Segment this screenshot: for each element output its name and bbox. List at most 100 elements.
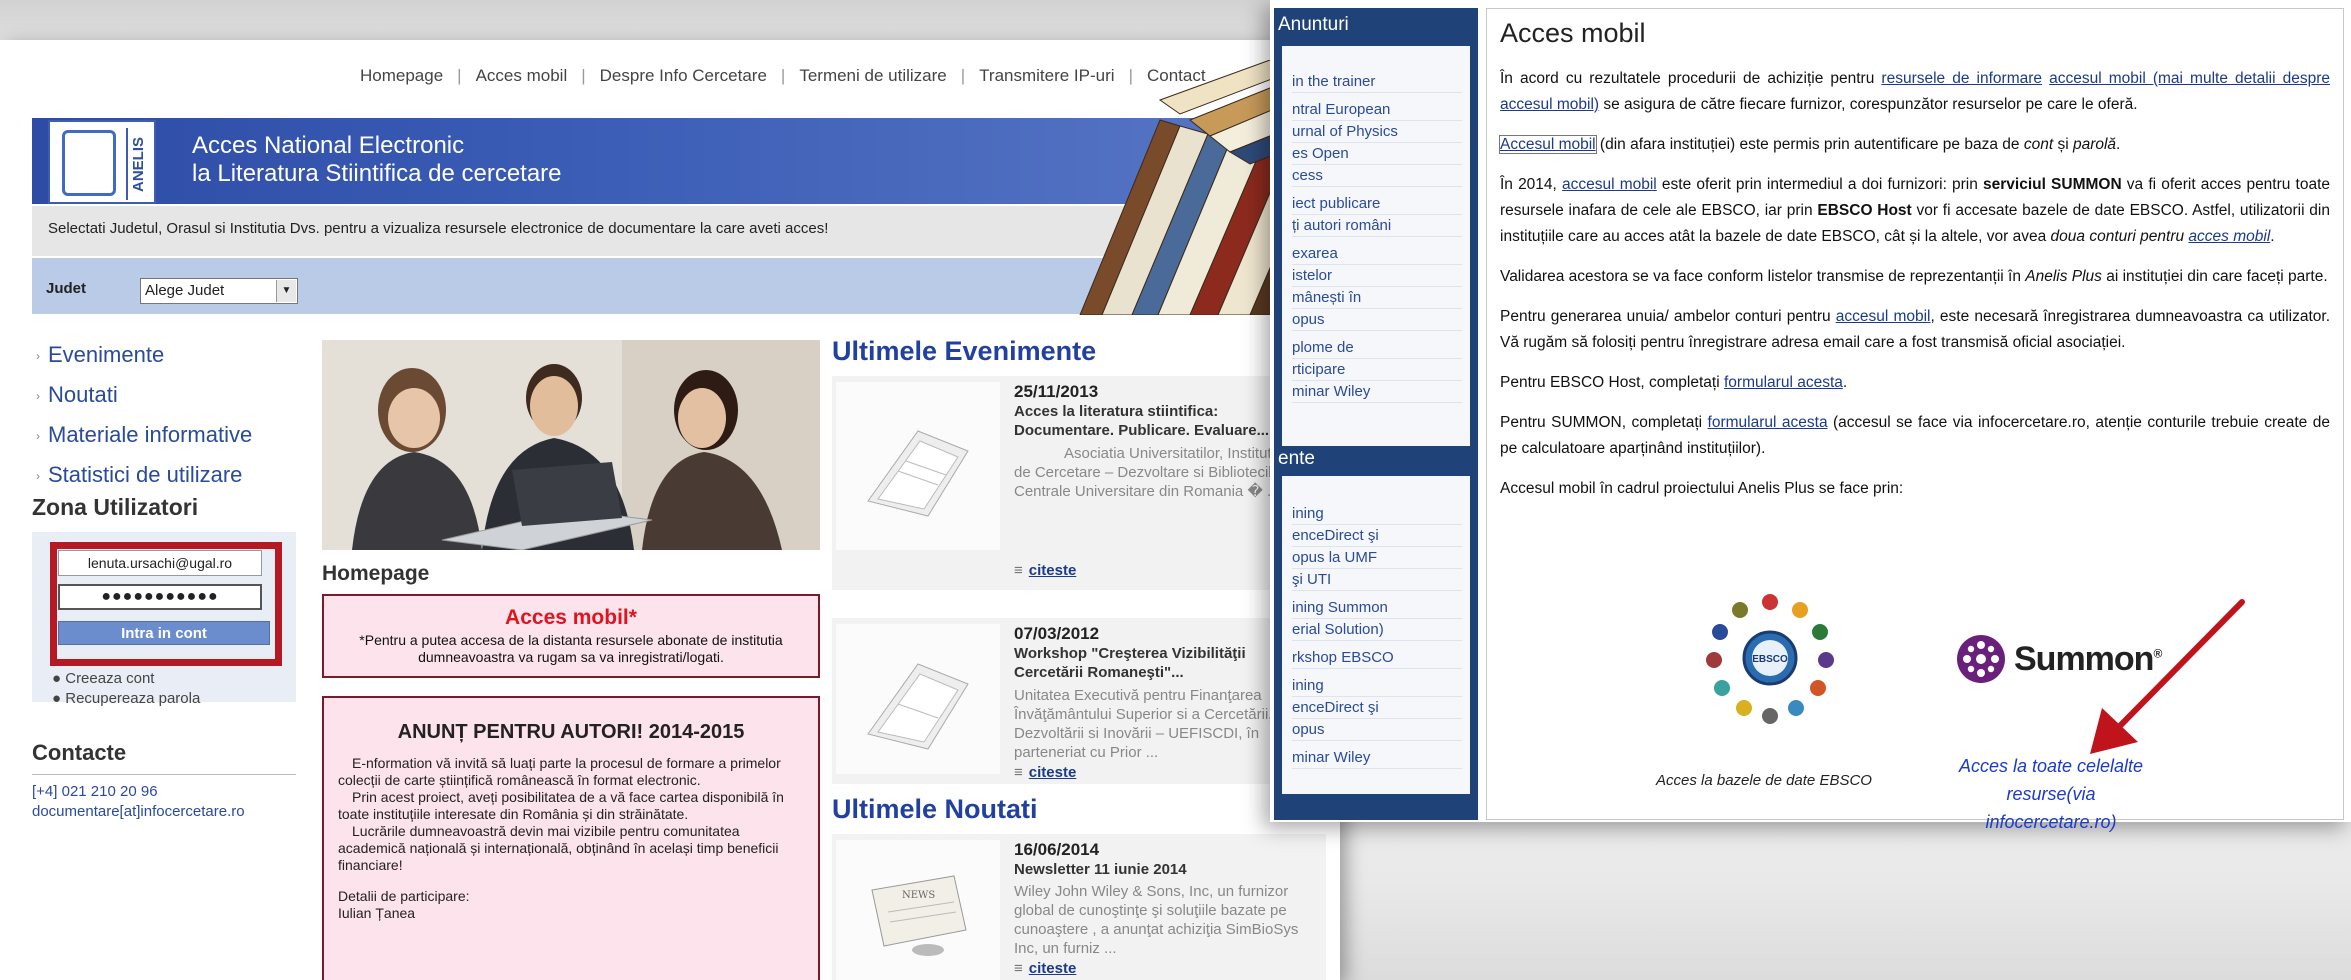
event-title[interactable]: Workshop "Creşterea Vizibilităţii Cercet… — [1014, 644, 1314, 682]
list-icon: ≡ — [1014, 562, 1023, 579]
article-paragraph: În 2014, accesul mobil este oferit prin … — [1500, 176, 2331, 245]
bullet-icon: › — [36, 469, 40, 484]
recover-password-link[interactable]: ● Recupereaza parola — [52, 690, 200, 707]
svg-text:NEWS: NEWS — [902, 890, 935, 901]
sidebar-link[interactable]: plome de — [1292, 338, 1462, 359]
acces-mobil-link[interactable]: acces mobil — [2188, 228, 2270, 245]
announcement-box: ANUNȚ PENTRU AUTORI! 2014-2015 E-nformat… — [322, 696, 820, 980]
sidebar-item-label: Statistici de utilizare — [48, 462, 243, 487]
news-date: 16/06/2014 — [1014, 840, 1100, 859]
judet-select[interactable]: Alege Judet — [140, 278, 298, 304]
nav-acces-mobil[interactable]: Acces mobil — [476, 66, 568, 85]
mobile-access-box[interactable]: Acces mobil* *Pentru a putea accesa de l… — [322, 594, 820, 678]
events-title: Ultimele Evenimente — [832, 336, 1097, 366]
calendar-icon — [836, 624, 1000, 774]
contact-title: Contacte — [32, 740, 127, 765]
sidebar-item-noutati[interactable]: › Noutati — [36, 382, 252, 408]
sidebar-link[interactable]: iect publicare — [1292, 194, 1462, 215]
article-paragraph: Accesul mobil în cadrul proiectului Anel… — [1500, 480, 1904, 497]
article-body: În acord cu rezultatele procedurii de ac… — [1499, 66, 2331, 516]
contact-info: [+4] 021 210 20 96 documentare[at]infoce… — [32, 782, 245, 822]
svg-text:EBSCO: EBSCO — [1752, 654, 1788, 665]
event-title[interactable]: Acces la literatura stiintifica: Documen… — [1014, 402, 1314, 440]
summon-logo-icon — [1957, 635, 2005, 683]
sidebar-item-evenimente[interactable]: › Evenimente — [36, 342, 252, 368]
site-title-line2: la Literatura Stiintifica de cercetare — [192, 160, 562, 187]
sidebar-link[interactable]: şi UTI — [1292, 570, 1462, 591]
sidebar-link[interactable]: minar Wiley — [1292, 748, 1462, 769]
sidebar-link[interactable]: urnal of Physics — [1292, 122, 1462, 143]
news-card: NEWS 16/06/2014 Newsletter 11 iunie 2014… — [832, 834, 1326, 980]
homepage-title: Homepage — [322, 562, 430, 585]
divider — [32, 774, 296, 775]
anelis-logo[interactable]: ANELIS — [48, 120, 156, 204]
acces-toate-resursele-link[interactable]: Acces la toate celelalte resurse(via inf… — [1946, 752, 2156, 836]
nav-despre[interactable]: Despre Info Cercetare — [600, 66, 767, 85]
password-field[interactable]: ●●●●●●●●●●● — [58, 584, 262, 610]
contact-email[interactable]: documentare[at]infocercetare.ro — [32, 802, 245, 822]
sidebar-link[interactable]: ți autori români — [1292, 216, 1462, 237]
read-more-link[interactable]: ≡ citeste — [1014, 562, 1076, 579]
sidebar-heading-evenimente: ente — [1278, 448, 1315, 469]
nav-homepage[interactable]: Homepage — [360, 66, 443, 85]
sidebar-link[interactable]: erial Solution) — [1292, 620, 1462, 641]
read-more-link[interactable]: ≡ citeste — [1014, 764, 1076, 781]
sidebar-link[interactable]: rticipare — [1292, 360, 1462, 381]
nav-separator: | — [780, 66, 786, 85]
sidebar-link[interactable]: ntral European — [1292, 100, 1462, 121]
ebsco-logo-icon[interactable]: EBSCO — [1700, 588, 1840, 728]
nav-separator: | — [581, 66, 586, 85]
news-headline[interactable]: Newsletter 11 iunie 2014 — [1014, 860, 1314, 879]
red-arrow-icon — [2090, 599, 2245, 754]
sidebar-link[interactable]: exarea — [1292, 244, 1462, 265]
sidebar-link[interactable]: minar Wiley — [1292, 382, 1462, 403]
article-paragraph: Pentru SUMMON, completați formularul ace… — [1500, 414, 2330, 457]
sidebar-link[interactable]: ining Summon — [1292, 598, 1462, 619]
sidebar-link[interactable]: istelor — [1292, 266, 1462, 287]
sidebar-item-label: Evenimente — [48, 342, 165, 367]
sidebar-link[interactable]: ining — [1292, 676, 1462, 697]
news-title: Ultimele Noutati — [832, 794, 1038, 824]
create-account-link[interactable]: ● Creeaza cont — [52, 670, 154, 687]
mobile-access-title[interactable]: Acces mobil* — [324, 606, 818, 630]
acces-mobil-link[interactable]: accesul mobil — [1836, 308, 1931, 325]
judet-label: Judet — [46, 280, 87, 297]
summon-form-link[interactable]: formularul acesta — [1708, 414, 1828, 431]
article-paragraph: Accesul mobil (din afara instituției) es… — [1499, 135, 2121, 154]
acces-mobil-link[interactable]: Accesul mobil — [1499, 135, 1597, 154]
sidebar-link[interactable]: opus — [1292, 310, 1462, 331]
acces-mobil-link[interactable]: accesul mobil — [1562, 176, 1657, 193]
sidebar-item-label: Noutati — [48, 382, 118, 407]
ebsco-form-link[interactable]: formularul acesta — [1724, 374, 1843, 391]
nav-termeni[interactable]: Termeni de utilizare — [799, 66, 946, 85]
sidebar-link[interactable]: mânești în — [1292, 288, 1462, 309]
sidebar-item-materiale[interactable]: › Materiale informative — [36, 422, 252, 448]
event-card: 07/03/2012 Workshop "Creşterea Vizibilit… — [832, 618, 1326, 784]
list-icon: ≡ — [1014, 960, 1023, 977]
sidebar-item-statistici[interactable]: › Statistici de utilizare — [36, 462, 252, 488]
sidebar-link[interactable]: in the trainer — [1292, 72, 1462, 93]
event-date: 07/03/2012 — [1014, 624, 1100, 643]
sidebar-link[interactable]: enceDirect şi — [1292, 526, 1462, 547]
sidebar-link[interactable]: es Open — [1292, 144, 1462, 165]
event-card: 25/11/2013 Acces la literatura stiintifi… — [832, 376, 1326, 590]
resurse-link[interactable]: resursele de informare — [1881, 70, 2042, 87]
sidebar-link[interactable]: opus — [1292, 720, 1462, 741]
read-more-link[interactable]: ≡ citeste — [1014, 960, 1076, 977]
sidebar-link[interactable]: rkshop EBSCO — [1292, 648, 1462, 669]
chevron-down-icon[interactable]: ▼ — [276, 280, 296, 302]
user-zone-title: Zona Utilizatori — [32, 494, 199, 520]
newspaper-icon: NEWS — [836, 840, 1000, 980]
email-field[interactable]: lenuta.ursachi@ugal.ro — [58, 550, 262, 576]
news-description: Wiley John Wiley & Sons, Inc, un furnizo… — [1014, 883, 1299, 957]
sidebar-link[interactable]: opus la UMF — [1292, 548, 1462, 569]
sidebar-link[interactable]: enceDirect şi — [1292, 698, 1462, 719]
mobile-access-text: *Pentru a putea accesa de la distanta re… — [359, 632, 783, 665]
login-button[interactable]: Intra in cont — [58, 621, 270, 645]
people-photo — [322, 340, 820, 550]
nav-separator: | — [457, 66, 462, 85]
sidebar-link[interactable]: cess — [1292, 166, 1462, 187]
sidebar-heading-anunturi: Anunturi — [1278, 14, 1349, 35]
bullet-icon: › — [36, 429, 40, 444]
sidebar-link[interactable]: ining — [1292, 504, 1462, 525]
